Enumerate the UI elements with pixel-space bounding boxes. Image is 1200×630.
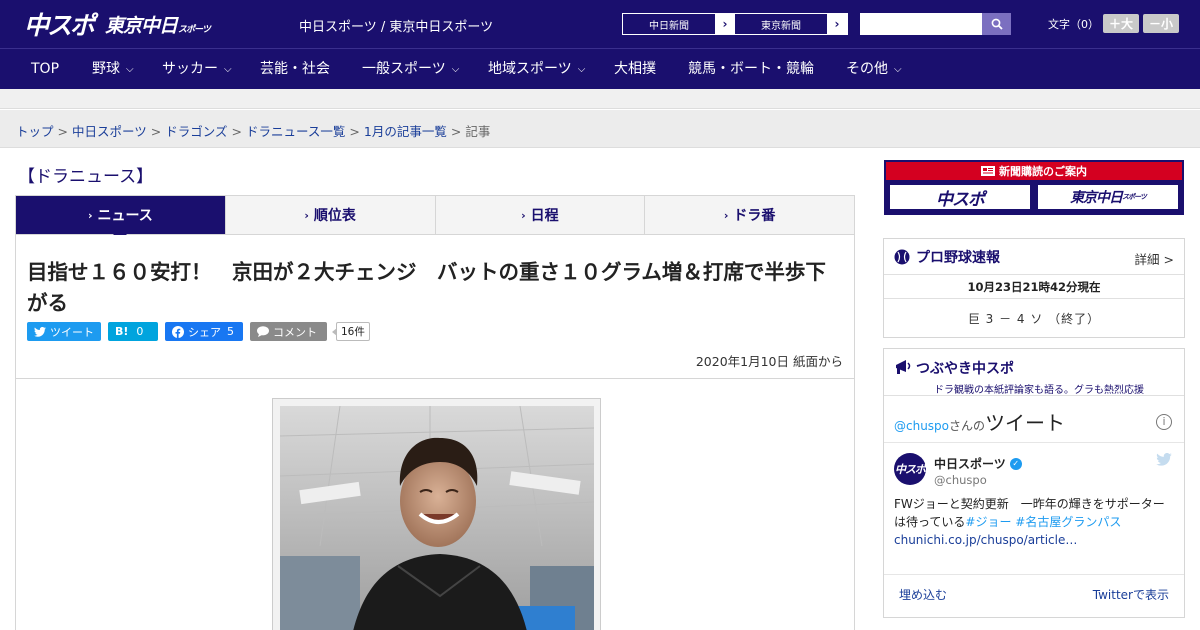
subscription-banner-title: 新聞購読のご案内: [886, 162, 1182, 180]
breadcrumb-january[interactable]: 1月の記事一覧: [364, 124, 447, 139]
tweet-author-handle[interactable]: @chuspo: [934, 473, 987, 487]
newspaper-icon: [981, 166, 995, 176]
twitter-timeline-header: @chuspoさんのツイート: [894, 411, 1066, 435]
chevron-down-icon: ⌵: [224, 64, 232, 75]
spacer-bar: [0, 89, 1200, 109]
logo-chuspo: 中スポ: [24, 11, 95, 40]
facebook-icon: [172, 325, 184, 338]
logo-tokyo-chunichi: 東京中日スポーツ: [105, 14, 211, 37]
info-icon[interactable]: i: [1156, 414, 1172, 430]
search-input[interactable]: [860, 13, 982, 35]
breadcrumb: トップ > 中日スポーツ > ドラゴンズ > ドラニュース一覧 >1月の記事一覧 > 記事: [0, 110, 1200, 148]
share-buttons: ツイート B! 0 シェア 5 コメント 16件: [27, 322, 370, 341]
pro-baseball-score[interactable]: 巨 3 － 4 ソ （終了）: [884, 299, 1184, 339]
player-photo-image: [280, 406, 594, 630]
article-photo-frame: [272, 398, 601, 630]
pro-baseball-updated-time: 10月23日21時42分現在: [884, 275, 1184, 299]
breadcrumb-dora-news[interactable]: ドラニュース一覧: [246, 124, 345, 139]
tweet-author-name[interactable]: 中日スポーツ ✓: [934, 455, 1022, 472]
speech-bubble-icon: [257, 326, 269, 337]
tab-standings[interactable]: › 順位表: [226, 196, 436, 234]
search-button[interactable]: [982, 13, 1011, 35]
twitter-handle-link[interactable]: @chuspo: [894, 419, 949, 433]
tweet-link[interactable]: chunichi.co.jp/chuspo/article…: [894, 533, 1077, 547]
search-icon: [991, 18, 1003, 30]
font-size-control: 文字（0） ＋大 －小: [1048, 14, 1180, 33]
comment-count[interactable]: 16件: [332, 322, 370, 341]
breadcrumb-chuspo[interactable]: 中日スポーツ: [72, 124, 147, 139]
article-dateline: 2020年1月10日 紙面から: [695, 354, 843, 369]
article-photo[interactable]: [280, 406, 594, 630]
site-logo[interactable]: 中スポ 東京中日スポーツ: [24, 9, 211, 40]
pro-baseball-title: プロ野球速報: [916, 249, 1000, 266]
tokyo-chunichi-subscribe-logo[interactable]: 東京中日 スポーツ: [1036, 183, 1180, 211]
divider: [884, 574, 1184, 575]
chevron-right-icon: ›: [521, 208, 526, 222]
view-on-twitter-link[interactable]: Twitterで表示: [1093, 586, 1169, 603]
baseball-icon: [894, 249, 910, 264]
nav-item-top[interactable]: TOP: [31, 49, 59, 89]
tab-news[interactable]: › ニュース: [16, 196, 226, 241]
megaphone-icon: [896, 360, 911, 374]
tweet-hashtags[interactable]: #ジョー #名古屋グランパス: [965, 515, 1121, 529]
font-size-label: 文字（0）: [1048, 17, 1099, 31]
nav-item-entertainment[interactable]: 芸能・社会: [260, 49, 330, 89]
article: 目指せ１６０安打！ 京田が２大チェンジ バットの重さ１０グラム増＆打席で半歩下が…: [15, 235, 855, 630]
chunichi-shimbun-button[interactable]: 中日新聞 ›: [622, 13, 736, 35]
tweet-text: FWジョーと契約更新 一昨年の輝きをサポーターは待っている#ジョー #名古屋グラ…: [894, 497, 1165, 547]
breadcrumb-top[interactable]: トップ: [16, 124, 54, 139]
divider: [884, 442, 1184, 443]
top-header: 中スポ 東京中日スポーツ 中日スポーツ / 東京中日スポーツ 中日新聞 › 東京…: [0, 0, 1200, 48]
chevron-right-icon: ›: [715, 14, 735, 34]
hatena-bookmark-button[interactable]: B! 0: [108, 322, 158, 341]
twitter-bird-icon[interactable]: [1156, 453, 1172, 466]
chevron-down-icon: ⌵: [126, 64, 134, 75]
font-size-increase-button[interactable]: ＋大: [1103, 14, 1140, 33]
pro-baseball-widget: プロ野球速報 詳細 > 10月23日21時42分現在 巨 3 － 4 ソ （終了…: [883, 238, 1185, 338]
chevron-down-icon: ⌵: [894, 64, 902, 75]
nav-item-other[interactable]: その他 ⌵: [846, 49, 902, 89]
comment-button[interactable]: コメント: [250, 322, 327, 341]
nav-item-soccer[interactable]: サッカー ⌵: [162, 49, 232, 89]
tab-schedule[interactable]: › 日程: [436, 196, 646, 234]
nav-item-general-sports[interactable]: 一般スポーツ ⌵: [362, 49, 459, 89]
chevron-right-icon: ›: [304, 208, 309, 222]
nav-item-racing[interactable]: 競馬・ボート・競輪: [688, 49, 814, 89]
chuspo-subscribe-logo[interactable]: 中スポ: [888, 183, 1032, 211]
twitter-widget-subtitle: ドラ観戦の本紙評論家も語る。グラも熱烈応援: [934, 385, 1144, 396]
site-names: 中日スポーツ / 東京中日スポーツ: [299, 20, 494, 35]
facebook-share-button[interactable]: シェア 5: [165, 322, 243, 341]
twitter-icon: [34, 326, 46, 337]
chevron-down-icon: ⌵: [577, 64, 586, 75]
chevron-right-icon: ›: [827, 14, 847, 34]
chevron-down-icon: ⌵: [451, 64, 460, 75]
avatar[interactable]: 中スポ: [894, 453, 926, 485]
section-tabs: › ニュース › 順位表 › 日程 › ドラ番: [15, 195, 855, 241]
tab-dora-ban[interactable]: › ドラ番: [645, 196, 854, 234]
section-title: 【ドラニュース】: [18, 167, 154, 187]
verified-badge-icon: ✓: [1009, 457, 1022, 470]
tweet-button[interactable]: ツイート: [27, 322, 101, 341]
chevron-right-icon: ›: [723, 208, 729, 222]
nav-item-local-sports[interactable]: 地域スポーツ ⌵: [488, 49, 585, 89]
twitter-widget-title: つぶやき中スポ: [916, 361, 1014, 377]
pro-baseball-detail-link[interactable]: 詳細 >: [1135, 249, 1174, 268]
article-headline: 目指せ１６０安打！ 京田が２大チェンジ バットの重さ１０グラム増＆打席で半歩下が…: [27, 260, 826, 315]
subscription-banner[interactable]: 新聞購読のご案内 中スポ 東京中日 スポーツ: [884, 160, 1184, 215]
embed-link[interactable]: 埋め込む: [899, 586, 947, 603]
hatena-icon: B!: [115, 325, 129, 338]
tokyo-shimbun-button[interactable]: 東京新聞 ›: [734, 13, 848, 35]
nav-item-baseball[interactable]: 野球 ⌵: [92, 49, 134, 89]
divider: [16, 378, 854, 379]
font-size-decrease-button[interactable]: －小: [1143, 14, 1180, 33]
main-nav: TOP 野球 ⌵ サッカー ⌵ 芸能・社会 一般スポーツ ⌵ 地域スポーツ ⌵ 大相撲 …: [0, 48, 1200, 89]
breadcrumb-dragons[interactable]: ドラゴンズ: [165, 124, 227, 139]
chevron-right-icon: ›: [87, 208, 93, 222]
breadcrumb-current: 記事: [465, 124, 491, 139]
twitter-widget: つぶやき中スポ ドラ観戦の本紙評論家も語る。グラも熱烈応援 @chuspoさんの…: [883, 348, 1185, 618]
nav-item-sumo[interactable]: 大相撲: [614, 49, 656, 89]
